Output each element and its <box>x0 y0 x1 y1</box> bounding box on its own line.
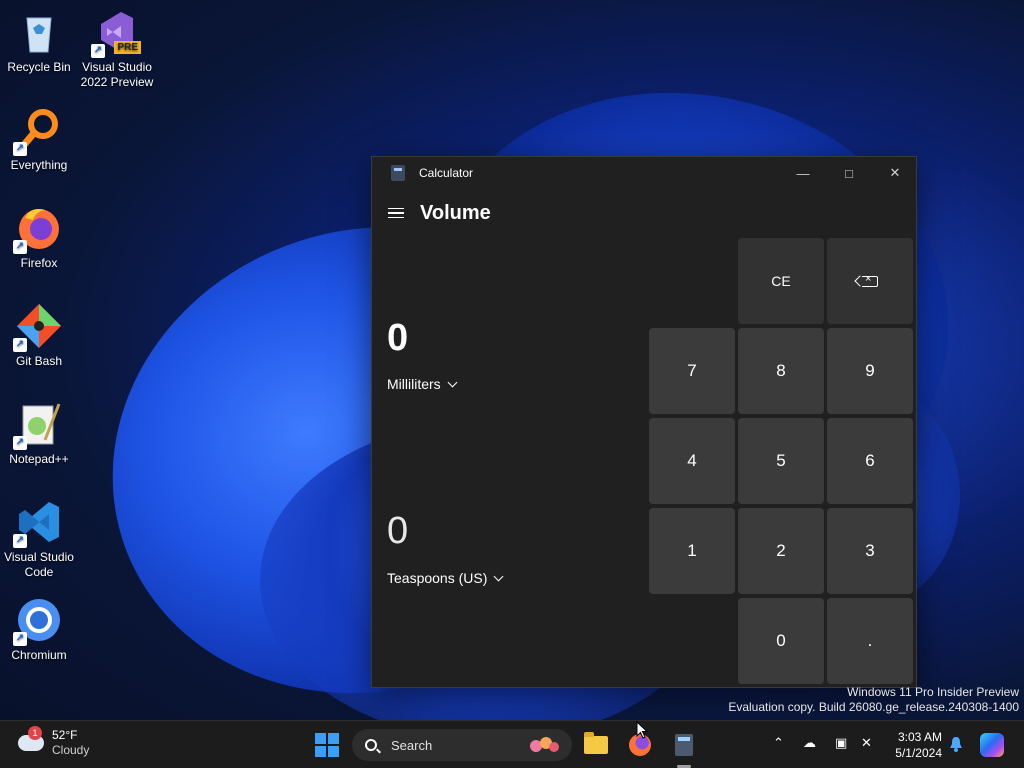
shortcut-arrow-icon: ↗ <box>13 534 27 548</box>
shortcut-arrow-icon: ↗ <box>13 632 27 646</box>
shortcut-arrow-icon: ↗ <box>13 338 27 352</box>
desktop-icon-label: Notepad++ <box>9 452 69 466</box>
search-box[interactable]: Search <box>352 729 572 761</box>
vscode-icon: ↗ <box>13 498 63 548</box>
git-bash-icon: ↗ <box>13 302 63 352</box>
desktop-icon-label: Git Bash <box>15 354 63 368</box>
folder-icon <box>584 732 608 754</box>
key-8[interactable]: 8 <box>738 328 824 414</box>
shortcut-arrow-icon: ↗ <box>13 142 27 156</box>
title-bar[interactable]: Calculator — □ ✕ <box>372 157 916 189</box>
key-7[interactable]: 7 <box>649 328 735 414</box>
show-hidden-icons-button[interactable]: ⌃ <box>773 735 784 751</box>
mouse-cursor-icon <box>636 721 648 739</box>
key-9[interactable]: 9 <box>827 328 913 414</box>
notification-badge: 1 <box>28 726 42 740</box>
watermark-line-1: Windows 11 Pro Insider Preview <box>847 685 1019 699</box>
calculator-icon <box>675 734 693 756</box>
clear-entry-button[interactable]: CE <box>738 238 824 324</box>
calculator-app-icon <box>391 165 405 181</box>
weather-condition: Cloudy <box>52 743 90 757</box>
desktop-icon-label: Firefox <box>20 256 58 270</box>
key-5[interactable]: 5 <box>738 418 824 504</box>
windows-logo-icon <box>315 733 326 744</box>
cloud-icon: 1 <box>18 726 44 751</box>
watermark-line-2: Evaluation copy. Build 26080.ge_release.… <box>728 700 1019 714</box>
taskbar-calculator[interactable] <box>668 729 700 761</box>
maximize-button[interactable]: □ <box>826 157 872 189</box>
window-title: Calculator <box>419 166 474 180</box>
clock[interactable]: 3:03 AM 5/1/2024 <box>888 729 942 761</box>
desktop-icon-label: Chromium <box>11 648 67 662</box>
desktop-icon-firefox[interactable]: ↗ Firefox <box>0 204 78 271</box>
desktop-icon-recycle-bin[interactable]: Recycle Bin <box>0 8 78 75</box>
backspace-button[interactable] <box>827 238 913 324</box>
network-icon[interactable]: ▣ <box>835 735 847 751</box>
taskbar-file-explorer[interactable] <box>580 729 612 761</box>
clock-time: 3:03 AM <box>897 730 942 744</box>
input-unit-dropdown[interactable]: Milliliters <box>387 376 458 392</box>
search-icon <box>365 739 377 751</box>
output-value: 0 <box>387 510 409 552</box>
input-value[interactable]: 0 <box>387 317 408 360</box>
minimize-button[interactable]: — <box>780 157 826 189</box>
taskbar: 1 52°F Cloudy Search ⌃ ☁ ▣ ✕ 3:03 AM 5/1… <box>0 720 1024 768</box>
input-unit-label: Milliliters <box>387 376 441 392</box>
desktop-icon-everything[interactable]: ↗ Everything <box>0 106 78 173</box>
calculator-window[interactable]: Calculator — □ ✕ Volume 0 Milliliters 0 … <box>371 156 917 688</box>
shortcut-arrow-icon: ↗ <box>13 240 27 254</box>
chevron-down-icon <box>493 571 504 581</box>
start-button[interactable] <box>315 733 339 757</box>
key-6[interactable]: 6 <box>827 418 913 504</box>
visual-studio-icon: PRE ↗ <box>91 8 141 58</box>
chevron-down-icon <box>447 377 458 387</box>
navigation-menu-button[interactable] <box>388 205 404 222</box>
search-placeholder: Search <box>391 737 433 753</box>
decimal-button[interactable]: . <box>827 598 913 684</box>
close-button[interactable]: ✕ <box>872 157 918 189</box>
output-unit-dropdown[interactable]: Teaspoons (US) <box>387 570 504 586</box>
desktop-icon-label: Visual Studio Code <box>4 550 74 579</box>
calculator-header: Volume <box>372 189 916 237</box>
chromium-icon: ↗ <box>13 596 63 646</box>
everything-search-icon: ↗ <box>13 106 63 156</box>
copilot-icon[interactable] <box>980 733 1004 757</box>
output-unit-label: Teaspoons (US) <box>387 570 488 586</box>
key-2[interactable]: 2 <box>738 508 824 594</box>
key-4[interactable]: 4 <box>649 418 735 504</box>
firefox-icon: ↗ <box>13 204 63 254</box>
volume-muted-icon[interactable]: ✕ <box>861 735 872 751</box>
recycle-bin-icon <box>15 8 63 56</box>
desktop-icon-notepad-plus-plus[interactable]: ↗ Notepad++ <box>0 400 78 467</box>
notification-bell-icon[interactable] <box>949 736 963 752</box>
clock-date: 5/1/2024 <box>895 746 942 760</box>
preview-badge: PRE <box>114 41 141 54</box>
desktop-icon-label: Visual Studio 2022 Preview <box>80 60 154 89</box>
desktop-icon-git-bash[interactable]: ↗ Git Bash <box>0 302 78 369</box>
desktop-icon-label: Everything <box>10 158 68 172</box>
backspace-icon <box>862 273 878 287</box>
desktop-icon-vscode[interactable]: ↗ Visual Studio Code <box>0 498 78 580</box>
shortcut-arrow-icon: ↗ <box>91 44 105 58</box>
flowers-highlight-icon <box>530 737 559 752</box>
onedrive-icon[interactable]: ☁ <box>803 735 816 751</box>
weather-temperature: 52°F <box>52 728 78 742</box>
key-3[interactable]: 3 <box>827 508 913 594</box>
mode-title: Volume <box>420 201 491 224</box>
notepad-plus-plus-icon: ↗ <box>13 400 63 450</box>
desktop-icon-label: Recycle Bin <box>7 60 71 74</box>
windows-watermark: Windows 11 Pro Insider Preview Evaluatio… <box>728 685 1019 715</box>
shortcut-arrow-icon: ↗ <box>13 436 27 450</box>
desktop-icon-visual-studio[interactable]: PRE ↗ Visual Studio 2022 Preview <box>78 8 156 90</box>
key-0[interactable]: 0 <box>738 598 824 684</box>
key-1[interactable]: 1 <box>649 508 735 594</box>
desktop-icon-chromium[interactable]: ↗ Chromium <box>0 596 78 663</box>
weather-widget[interactable]: 1 52°F Cloudy <box>18 726 90 758</box>
